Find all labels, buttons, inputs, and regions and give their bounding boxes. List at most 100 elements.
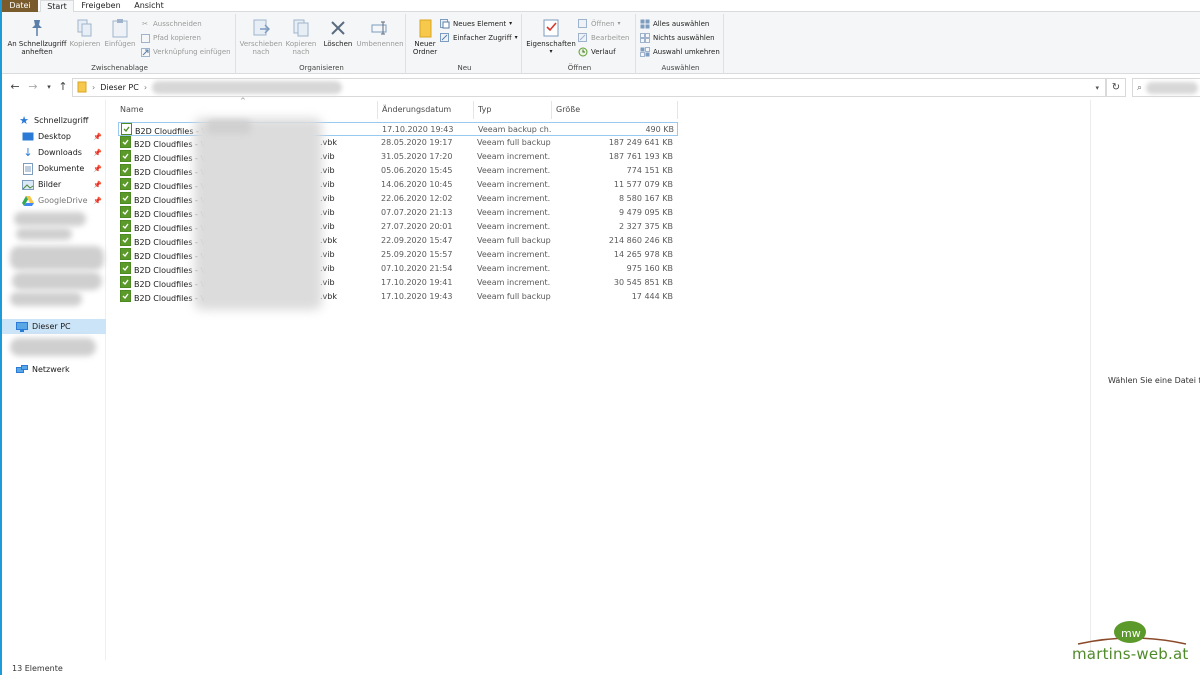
- open-group-label: Öffnen: [567, 64, 592, 72]
- paste-label: Einfügen: [104, 40, 136, 48]
- clipboard-group: An Schnellzugriff anheften Kopieren Einf…: [4, 14, 236, 74]
- select-all-button[interactable]: Alles auswählen: [640, 18, 709, 30]
- nav-pictures[interactable]: Bilder 📌: [2, 177, 106, 192]
- pin-label: An Schnellzugriff anheften: [7, 40, 67, 56]
- file-size: 17 444 KB: [631, 292, 673, 301]
- file-size: 975 160 KB: [626, 264, 673, 273]
- delete-label: Löschen: [323, 40, 353, 48]
- easy-access-button[interactable]: Einfacher Zugriff ▾: [440, 32, 518, 44]
- cut-button[interactable]: ✂ Ausschneiden: [140, 18, 202, 30]
- nav-documents[interactable]: Dokumente 📌: [2, 161, 106, 176]
- properties-button[interactable]: Eigenschaften ▾: [524, 18, 578, 56]
- address-bar[interactable]: › Dieser PC › ▾: [72, 78, 1106, 97]
- file-size: 187 249 641 KB: [608, 138, 673, 147]
- file-date: 25.09.2020 15:57: [381, 250, 453, 259]
- new-item-button[interactable]: Neues Element ▾: [440, 18, 512, 30]
- select-all-icon: [640, 19, 650, 29]
- folder-icon: [77, 81, 87, 95]
- nav-desktop[interactable]: Desktop 📌: [2, 129, 106, 144]
- up-button[interactable]: ↑: [56, 80, 70, 94]
- column-header-name[interactable]: Name: [116, 101, 378, 119]
- tab-share[interactable]: Freigeben: [78, 0, 124, 12]
- nav-downloads[interactable]: ↓ Downloads 📌: [2, 145, 106, 160]
- paste-button[interactable]: Einfügen: [102, 18, 138, 48]
- column-header-size[interactable]: Größe: [552, 101, 678, 119]
- open-button[interactable]: Öffnen ▾: [578, 18, 621, 30]
- back-button[interactable]: ←: [8, 80, 22, 94]
- file-date: 28.05.2020 19:17: [381, 138, 453, 147]
- chevron-down-icon: ▾: [47, 83, 51, 91]
- copy-to-label: Kopieren nach: [285, 40, 317, 56]
- paste-shortcut-button[interactable]: Verknüpfung einfügen: [140, 46, 231, 58]
- file-type: Veeam increment...: [477, 180, 551, 189]
- folder-icon: [415, 18, 435, 38]
- file-type: Veeam increment...: [477, 166, 551, 175]
- history-button[interactable]: Verlauf: [578, 46, 616, 58]
- copy-to-button[interactable]: Kopieren nach: [282, 18, 320, 56]
- easy-access-icon: [440, 33, 450, 43]
- file-date: 27.07.2020 20:01: [381, 222, 453, 231]
- file-extension: .vib: [320, 264, 335, 273]
- file-date: 05.06.2020 15:45: [381, 166, 453, 175]
- file-extension: .vib: [320, 194, 335, 203]
- google-drive-icon: [22, 195, 34, 207]
- properties-label: Eigenschaften: [526, 40, 576, 48]
- tab-view[interactable]: Ansicht: [128, 0, 170, 12]
- nav-downloads-label: Downloads: [38, 148, 82, 157]
- dropdown-arrow-icon: ▾: [617, 20, 621, 27]
- arrow-left-icon: ←: [10, 80, 20, 93]
- path-icon: [140, 33, 150, 43]
- file-size: 11 577 079 KB: [613, 180, 673, 189]
- delete-button[interactable]: Löschen: [320, 18, 356, 48]
- copy-button[interactable]: Kopieren: [68, 18, 102, 48]
- redacted-nav-item: [12, 272, 102, 290]
- history-label: Verlauf: [591, 48, 616, 56]
- file-size: 214 860 246 KB: [608, 236, 673, 245]
- copy-icon: [75, 18, 95, 38]
- move-to-button[interactable]: Verschieben nach: [238, 18, 284, 56]
- details-hint: Wählen Sie eine Datei für d: [1108, 376, 1200, 385]
- column-header-type[interactable]: Typ: [474, 101, 552, 119]
- open-icon: [578, 19, 588, 29]
- file-size: 187 761 193 KB: [608, 152, 673, 161]
- refresh-button[interactable]: ↻: [1106, 78, 1126, 97]
- edit-button[interactable]: Bearbeiten: [578, 32, 629, 44]
- nav-googledrive[interactable]: GoogleDrive 📌: [2, 193, 106, 208]
- search-input[interactable]: ⌕: [1132, 78, 1200, 97]
- breadcrumb-this-pc[interactable]: Dieser PC: [100, 83, 139, 92]
- nav-this-pc[interactable]: Dieser PC: [2, 319, 106, 334]
- dropdown-arrow-icon: ▾: [514, 34, 518, 41]
- pin-quick-access-button[interactable]: An Schnellzugriff anheften: [6, 18, 68, 56]
- rename-button[interactable]: Umbenennen: [354, 18, 406, 48]
- paste-shortcut-label: Verknüpfung einfügen: [153, 48, 231, 56]
- file-extension: .vbk: [320, 138, 337, 147]
- breadcrumb-separator-icon: ›: [92, 83, 96, 92]
- copy-path-button[interactable]: Pfad kopieren: [140, 32, 201, 44]
- forward-button[interactable]: →: [26, 80, 40, 94]
- file-size: 2 327 375 KB: [619, 222, 673, 231]
- redacted-nav-item: [10, 246, 104, 270]
- invert-selection-button[interactable]: Auswahl umkehren: [640, 46, 720, 58]
- select-none-button[interactable]: Nichts auswählen: [640, 32, 715, 44]
- copy-to-icon: [291, 18, 311, 38]
- new-folder-button[interactable]: Neuer Ordner: [408, 18, 442, 56]
- recent-locations-button[interactable]: ▾: [42, 80, 56, 94]
- search-icon: ⌕: [1137, 82, 1143, 93]
- nav-googledrive-label: GoogleDrive: [38, 196, 88, 205]
- invert-selection-label: Auswahl umkehren: [653, 48, 720, 56]
- file-type: Veeam increment...: [477, 222, 551, 231]
- new-group-label: Neu: [457, 64, 472, 72]
- nav-quick-access[interactable]: ★ Schnellzugriff: [2, 113, 106, 128]
- redacted-nav-item: [10, 338, 96, 356]
- column-header-date[interactable]: Änderungsdatum: [378, 101, 474, 119]
- tab-file[interactable]: Datei: [2, 0, 38, 12]
- redacted-nav-item: [16, 228, 72, 240]
- nav-pictures-label: Bilder: [38, 180, 62, 189]
- redacted-filenames: [207, 120, 251, 134]
- file-size: 8 580 167 KB: [619, 194, 673, 203]
- nav-network[interactable]: Netzwerk: [2, 362, 106, 377]
- file-extension: .vib: [320, 166, 335, 175]
- desktop-icon: [22, 131, 34, 143]
- chevron-down-icon[interactable]: ▾: [1095, 84, 1099, 92]
- file-size: 9 479 095 KB: [619, 208, 673, 217]
